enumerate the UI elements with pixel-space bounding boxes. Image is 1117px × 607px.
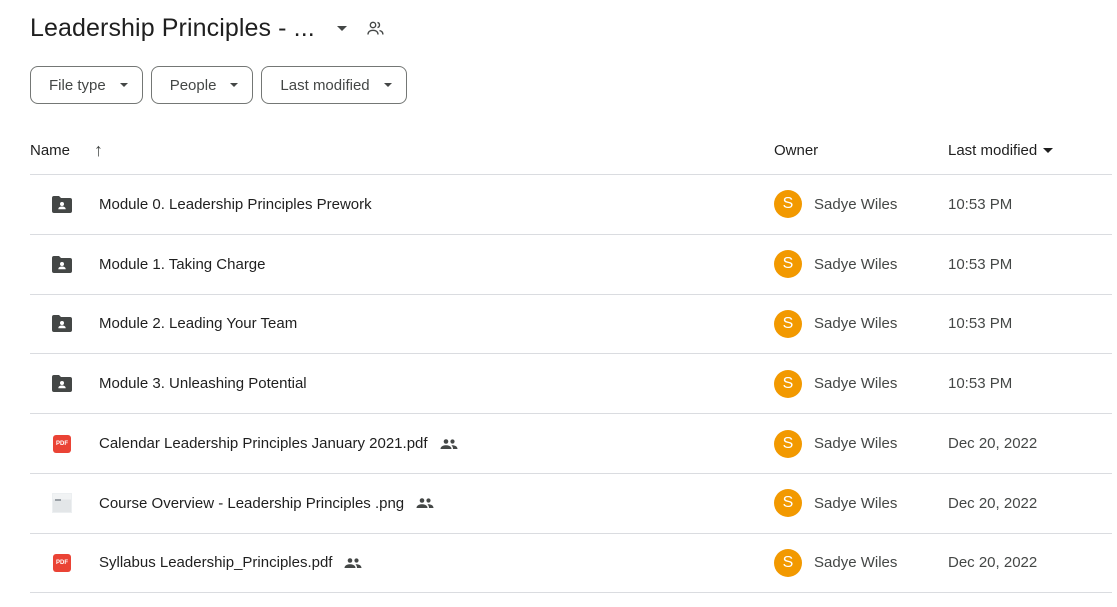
- owner-cell: S Sadye Wiles: [774, 548, 898, 577]
- shared-people-icon: [416, 498, 434, 509]
- owner-name: Sadye Wiles: [814, 315, 898, 333]
- avatar[interactable]: S: [774, 429, 802, 458]
- image-thumbnail-icon: [52, 493, 72, 514]
- last-modified-cell: 10:53 PM: [948, 195, 1013, 213]
- file-type-filter[interactable]: File type: [30, 66, 143, 104]
- owner-name: Sadye Wiles: [814, 494, 898, 512]
- owner-cell: S Sadye Wiles: [774, 250, 898, 279]
- owner-name: Sadye Wiles: [814, 375, 898, 393]
- caret-down-icon: [119, 83, 128, 87]
- file-name[interactable]: Module 2. Leading Your Team: [99, 315, 297, 332]
- file-name-text: Module 0. Leadership Principles Prework: [99, 195, 372, 213]
- last-modified-filter[interactable]: Last modified: [261, 66, 407, 104]
- file-name[interactable]: Course Overview - Leadership Principles …: [99, 495, 434, 512]
- page-header: Leadership Principles - ...: [30, 8, 385, 48]
- pdf-file-icon: PDF: [52, 553, 72, 573]
- shared-folder-people-icon: [367, 19, 385, 37]
- owner-cell: S Sadye Wiles: [774, 190, 898, 219]
- file-row[interactable]: PDF Calendar Leadership Principles Januar…: [30, 413, 1112, 473]
- owner-column-header[interactable]: Owner: [774, 142, 818, 159]
- chip-label: Last modified: [280, 76, 370, 94]
- image-thumbnail: [52, 493, 72, 514]
- file-name[interactable]: Module 1. Taking Charge: [99, 256, 266, 273]
- caret-down-icon: [1043, 147, 1054, 153]
- last-modified-cell: Dec 20, 2022: [948, 494, 1038, 512]
- pdf-file-icon: PDF: [52, 434, 72, 454]
- shared-people-icon: [344, 557, 362, 568]
- file-name[interactable]: Syllabus Leadership_Principles.pdf: [99, 554, 362, 571]
- folder-title[interactable]: Leadership Principles - ...: [30, 14, 315, 43]
- file-row[interactable]: PDF Syllabus Leadership_Principles.pdf S Sa…: [30, 532, 1112, 593]
- owner-cell: S Sadye Wiles: [774, 309, 898, 338]
- file-row[interactable]: Module 3. Unleashing Potential S Sadye Wil…: [30, 353, 1112, 413]
- file-name-text: Syllabus Leadership_Principles.pdf: [99, 554, 333, 572]
- filter-chips: File type People Last modified: [30, 66, 407, 104]
- owner-cell: S Sadye Wiles: [774, 489, 898, 518]
- last-modified-cell: 10:53 PM: [948, 255, 1013, 273]
- avatar[interactable]: S: [774, 250, 802, 279]
- last-modified-cell: Dec 20, 2022: [948, 435, 1038, 453]
- file-name-text: Course Overview - Leadership Principles …: [99, 494, 405, 512]
- avatar[interactable]: S: [774, 489, 802, 518]
- chip-label: File type: [49, 76, 106, 94]
- file-name[interactable]: Module 3. Unleashing Potential: [99, 375, 307, 392]
- caret-down-icon: [383, 83, 392, 87]
- file-row[interactable]: Module 2. Leading Your Team S Sadye Wiles 1…: [30, 293, 1112, 354]
- file-row[interactable]: Module 0. Leadership Principles Prework S…: [30, 174, 1112, 234]
- shared-folder-icon: [52, 374, 72, 394]
- avatar[interactable]: S: [774, 309, 802, 338]
- owner-name: Sadye Wiles: [814, 255, 898, 273]
- last-modified-cell: Dec 20, 2022: [948, 554, 1038, 572]
- owner-name: Sadye Wiles: [814, 554, 898, 572]
- caret-down-icon[interactable]: [336, 25, 347, 31]
- file-name-text: Calendar Leadership Principles January 2…: [99, 435, 428, 453]
- owner-cell: S Sadye Wiles: [774, 429, 898, 458]
- pdf-badge: PDF: [53, 434, 71, 453]
- shared-people-icon: [440, 438, 458, 449]
- file-list: Module 0. Leadership Principles Prework S…: [30, 174, 1112, 593]
- last-modified-column-header[interactable]: Last modified: [948, 141, 1054, 159]
- name-column-label: Name: [30, 141, 71, 159]
- avatar[interactable]: S: [774, 369, 802, 398]
- chip-label: People: [169, 76, 217, 94]
- owner-cell: S Sadye Wiles: [774, 369, 898, 398]
- owner-name: Sadye Wiles: [814, 195, 898, 213]
- file-name-text: Module 2. Leading Your Team: [99, 315, 298, 333]
- shared-folder-icon: [52, 314, 72, 334]
- owner-name: Sadye Wiles: [814, 435, 898, 453]
- file-name-text: Module 1. Taking Charge: [99, 255, 266, 273]
- file-name-text: Module 3. Unleashing Potential: [99, 375, 307, 393]
- avatar[interactable]: S: [774, 548, 802, 577]
- last-modified-cell: 10:53 PM: [948, 315, 1013, 333]
- name-column-header[interactable]: Name ↑: [30, 141, 103, 159]
- column-header-row: Name ↑ Owner Last modified: [30, 130, 1117, 170]
- file-row[interactable]: Course Overview - Leadership Principles …: [30, 472, 1112, 533]
- file-row[interactable]: Module 1. Taking Charge S Sadye Wiles 10:53…: [30, 233, 1112, 294]
- file-name[interactable]: Calendar Leadership Principles January 2…: [99, 435, 458, 452]
- pdf-badge: PDF: [53, 553, 71, 572]
- caret-down-icon: [230, 83, 239, 87]
- arrow-up-icon[interactable]: ↑: [94, 141, 103, 159]
- people-filter[interactable]: People: [150, 66, 254, 104]
- file-name[interactable]: Module 0. Leadership Principles Prework: [99, 196, 372, 213]
- shared-folder-icon: [52, 194, 72, 214]
- last-modified-cell: 10:53 PM: [948, 375, 1013, 393]
- last-modified-label: Last modified: [948, 141, 1038, 159]
- shared-folder-icon: [52, 254, 72, 274]
- avatar[interactable]: S: [774, 190, 802, 219]
